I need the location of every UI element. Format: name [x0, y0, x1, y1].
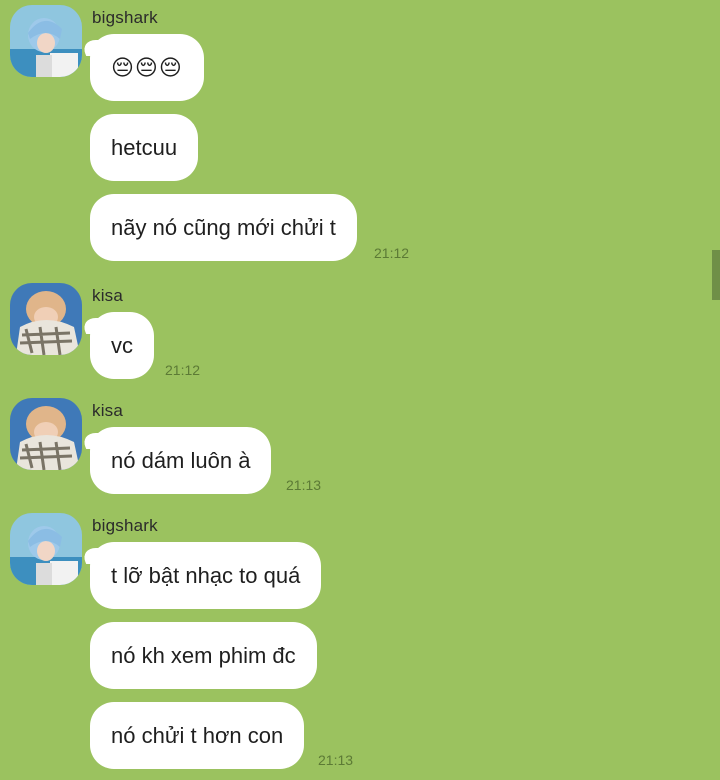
avatar-kisa-image — [10, 398, 82, 470]
message-bubble[interactable]: nãy nó cũng mới chửi t — [90, 194, 357, 261]
avatar-bigshark-image — [10, 5, 82, 77]
message-bubble[interactable]: hetcuu — [90, 114, 199, 181]
message-bubble[interactable]: nó kh xem phim đc — [90, 622, 317, 689]
scrollbar-thumb[interactable] — [712, 250, 720, 300]
sender-name-kisa: kisa — [92, 401, 124, 420]
sender-name-bigshark: bigshark — [92, 8, 158, 27]
avatar-kisa[interactable] — [10, 283, 82, 355]
avatar-kisa[interactable] — [10, 398, 82, 470]
avatar-bigshark[interactable] — [10, 513, 82, 585]
sender-name-kisa: kisa — [92, 286, 124, 305]
message-timestamp: 21:12 — [374, 245, 410, 261]
message-bubble[interactable]: nó dám luôn à — [90, 427, 272, 494]
message-timestamp: 21:13 — [318, 752, 354, 768]
message-bubble[interactable]: 😔😔😔 — [90, 34, 204, 101]
message-timestamp: 21:13 — [286, 477, 322, 493]
avatar-bigshark[interactable] — [10, 5, 82, 77]
avatar-kisa-image — [10, 283, 82, 355]
message-bubble[interactable]: nó chửi t hơn con — [90, 702, 305, 769]
sender-name-bigshark: bigshark — [92, 516, 158, 535]
message-timestamp: 21:12 — [165, 362, 201, 378]
avatar-bigshark-image — [10, 513, 82, 585]
message-bubble[interactable]: t lỡ bật nhạc to quá — [90, 542, 322, 609]
message-bubble[interactable]: vc — [90, 312, 154, 379]
